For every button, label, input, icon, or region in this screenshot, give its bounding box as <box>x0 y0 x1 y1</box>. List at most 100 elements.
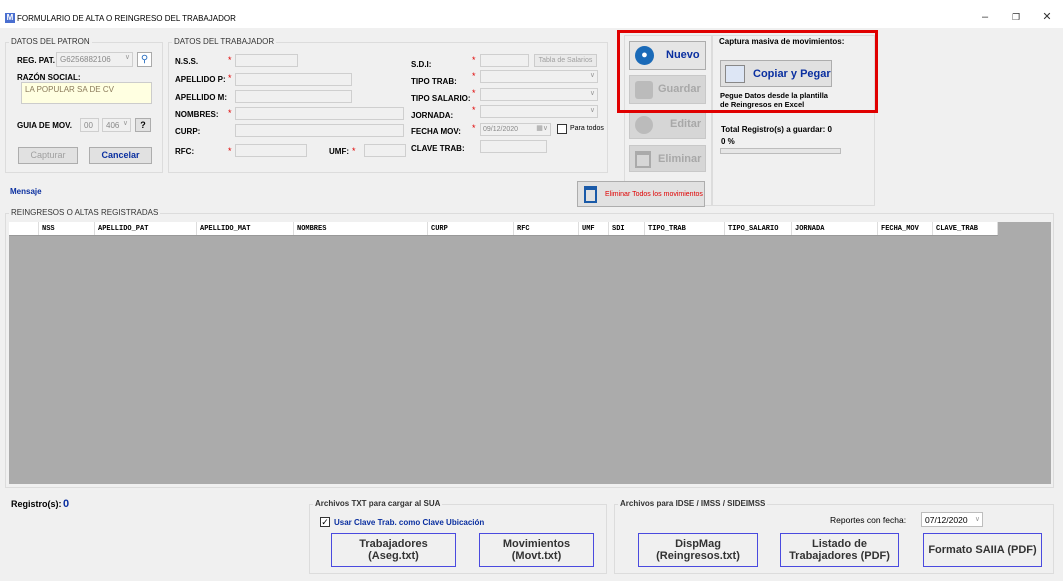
row-selector-header <box>9 222 39 235</box>
column-header[interactable]: NOMBRES <box>294 222 428 235</box>
clave-trab-label: CLAVE TRAB: <box>411 144 465 153</box>
column-header[interactable]: APELLIDO_PAT <box>95 222 197 235</box>
required-mark: * <box>228 55 232 65</box>
required-mark: * <box>228 146 232 156</box>
column-header[interactable]: TIPO_SALARIO <box>725 222 792 235</box>
tipo-salario-label: TIPO SALARIO: <box>411 94 471 103</box>
required-mark: * <box>472 123 476 133</box>
minimize-icon[interactable]: – <box>975 9 995 25</box>
eliminar-todos-label: Eliminar Todos los movimientos <box>605 191 703 198</box>
grid-header: NSS APELLIDO_PAT APELLIDO_MAT NOMBRES CU… <box>9 222 998 236</box>
editar-label: Editar <box>670 118 702 130</box>
usar-clave-checkbox[interactable]: ✓ <box>320 517 330 527</box>
chevron-down-icon: ∨ <box>589 107 595 114</box>
cancelar-button[interactable]: Cancelar <box>89 147 152 164</box>
umf-label: UMF: <box>329 147 349 156</box>
reg-pat-label: REG. PAT. <box>17 56 55 65</box>
close-icon[interactable]: ✕ <box>1037 9 1057 25</box>
listado-button[interactable]: Listado de Trabajadores (PDF) <box>780 533 899 567</box>
apellido-p-field[interactable] <box>235 73 352 86</box>
listado-sub: Trabajadores (PDF) <box>789 550 890 562</box>
chevron-down-icon: ∨ <box>974 516 980 523</box>
edit-icon <box>635 116 653 134</box>
chevron-down-icon: ∨ <box>124 54 130 61</box>
reg-pat-select[interactable]: G6256882106 ∨ <box>56 52 133 67</box>
chevron-down-icon: ∨ <box>589 90 595 97</box>
grid-label: REINGRESOS O ALTAS REGISTRADAS <box>9 208 161 217</box>
guia-b-select[interactable]: 406 ∨ <box>102 118 131 132</box>
column-header[interactable]: TIPO_TRAB <box>645 222 725 235</box>
app-m-icon: M <box>5 13 15 23</box>
eliminar-button[interactable]: Eliminar <box>629 145 706 172</box>
tabla-salarios-button[interactable]: Tabla de Salarios <box>534 54 597 67</box>
tipo-salario-select[interactable]: ∨ <box>480 88 598 101</box>
captura-title: Captura masiva de movimientos: <box>719 37 845 46</box>
column-header[interactable]: CURP <box>428 222 514 235</box>
para-todos-label: Para todos <box>570 125 604 132</box>
tipo-trab-select[interactable]: ∨ <box>480 70 598 83</box>
column-header[interactable]: FECHA_MOV <box>878 222 933 235</box>
required-mark: * <box>472 55 476 65</box>
sdi-label: S.D.I: <box>411 60 432 69</box>
nombres-label: NOMBRES: <box>175 110 219 119</box>
trabajadores-label: Trabajadores <box>359 538 428 550</box>
eliminar-todos-button[interactable]: Eliminar Todos los movimientos <box>577 181 705 207</box>
nss-field[interactable] <box>235 54 298 67</box>
captura-desc-2: de Reingresos en Excel <box>720 100 805 109</box>
progress-percent: 0 % <box>721 137 735 146</box>
column-header[interactable]: RFC <box>514 222 579 235</box>
jornada-select[interactable]: ∨ <box>480 105 598 118</box>
apellido-m-field[interactable] <box>235 90 352 103</box>
total-label: Total Registro(s) a guardar: 0 <box>721 125 832 134</box>
total-value: 0 <box>827 125 832 134</box>
fecha-mov-label: FECHA MOV: <box>411 127 461 136</box>
sdi-field[interactable] <box>480 54 529 67</box>
required-mark: * <box>352 146 356 156</box>
column-header[interactable]: CLAVE_TRAB <box>933 222 998 235</box>
para-todos-checkbox[interactable] <box>557 124 567 134</box>
umf-field[interactable] <box>364 144 406 157</box>
column-header[interactable]: APELLIDO_MAT <box>197 222 294 235</box>
restore-icon[interactable]: ❐ <box>1006 9 1026 25</box>
trabajadores-button[interactable]: Trabajadores (Aseg.txt) <box>331 533 456 567</box>
column-header[interactable]: UMF <box>579 222 609 235</box>
calendar-icon: ▦∨ <box>536 125 548 132</box>
capturar-button[interactable]: Capturar <box>18 147 78 164</box>
trash-icon <box>635 151 651 168</box>
formato-saiia-button[interactable]: Formato SAIIA (PDF) <box>923 533 1042 567</box>
reg-pat-value: G6256882106 <box>60 55 111 64</box>
clave-trab-field[interactable] <box>480 140 547 153</box>
column-header[interactable]: SDI <box>609 222 645 235</box>
trabajador-group-label: DATOS DEL TRABAJADOR <box>172 37 277 46</box>
required-mark: * <box>228 73 232 83</box>
window-title: FORMULARIO DE ALTA O REINGRESO DEL TRABA… <box>17 14 236 23</box>
registros-label: Registro(s): <box>11 499 62 509</box>
mensaje-label: Mensaje <box>10 187 42 196</box>
movimientos-button[interactable]: Movimientos (Movt.txt) <box>479 533 594 567</box>
razon-social-label: RAZÓN SOCIAL: <box>17 73 81 82</box>
reportes-date-picker[interactable]: 07/12/2020 ∨ <box>921 512 983 527</box>
data-grid[interactable] <box>9 222 1051 484</box>
nss-label: N.S.S. <box>175 57 199 66</box>
guia-help-button[interactable]: ? <box>135 118 151 132</box>
column-header[interactable]: JORNADA <box>792 222 878 235</box>
dispmag-button[interactable]: DispMag (Reingresos.txt) <box>638 533 758 567</box>
captura-desc-1: Pegue Datos desde la plantilla <box>720 91 828 100</box>
chevron-down-icon: ∨ <box>122 120 128 127</box>
guia-a-field[interactable]: 00 <box>80 118 99 132</box>
paste-icon <box>725 65 745 83</box>
listado-label: Listado de <box>811 538 867 550</box>
curp-label: CURP: <box>175 127 201 136</box>
fecha-mov-picker[interactable]: 09/12/2020 ▦∨ <box>480 123 551 136</box>
search-icon[interactable]: ⚲ <box>137 52 152 67</box>
dispmag-label: DispMag <box>675 538 721 550</box>
curp-field[interactable] <box>235 124 404 137</box>
trash-icon <box>584 186 597 203</box>
column-header[interactable]: NSS <box>39 222 95 235</box>
registros-value: 0 <box>63 498 70 510</box>
nombres-field[interactable] <box>235 107 404 120</box>
progress-bar <box>720 148 841 154</box>
copiar-pegar-button[interactable]: Copiar y Pegar <box>720 60 832 87</box>
editar-button[interactable]: Editar <box>629 110 706 139</box>
rfc-field[interactable] <box>235 144 307 157</box>
